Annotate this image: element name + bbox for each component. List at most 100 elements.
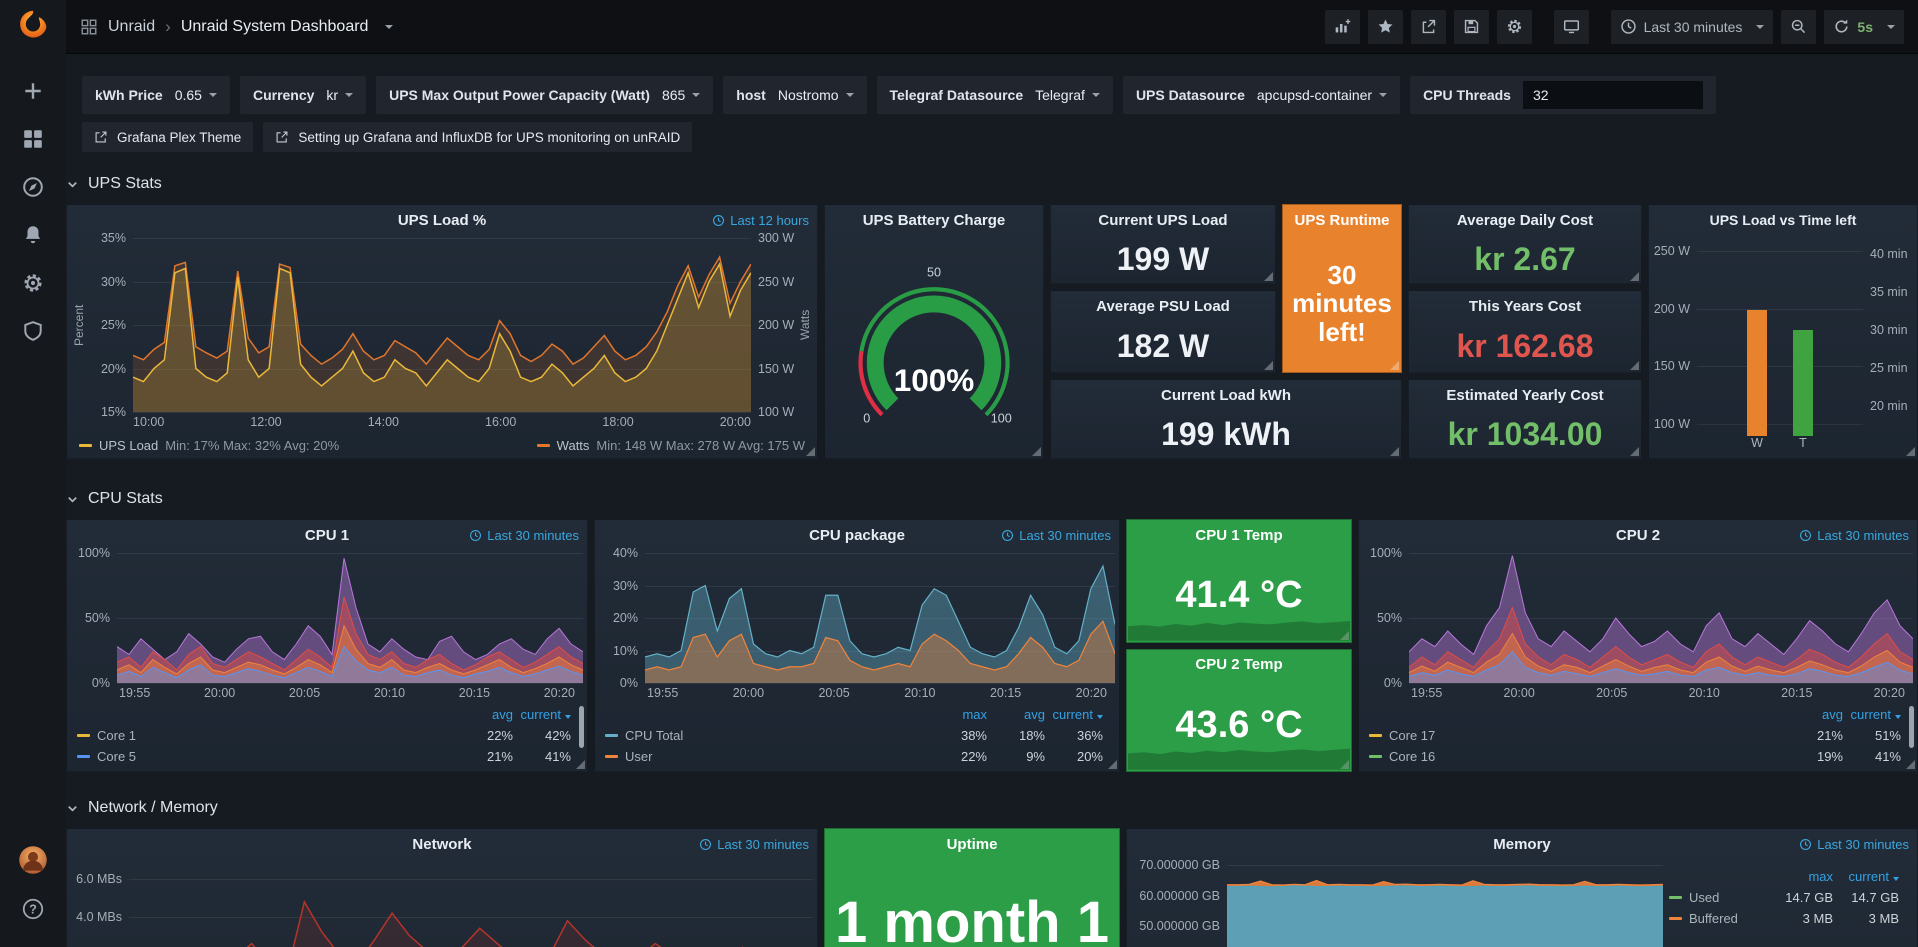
legend-value: 41% xyxy=(1843,749,1901,764)
variable-host[interactable]: hostNostromo xyxy=(723,76,866,114)
variable-value-dropdown[interactable]: apcupsd-container xyxy=(1257,87,1387,103)
panel-title[interactable]: CPU 1 xyxy=(305,527,349,544)
legend-column-header-current[interactable]: current xyxy=(1045,707,1103,722)
panel-title[interactable]: UPS Load % xyxy=(398,212,486,229)
panel-time-range[interactable]: Last 30 minutes xyxy=(699,829,809,859)
row-header-network-memory[interactable]: Network / Memory xyxy=(66,794,1918,822)
panel-title[interactable]: CPU 2 Temp xyxy=(1195,656,1282,673)
panel-title[interactable]: Current UPS Load xyxy=(1098,212,1227,229)
legend-column-header-current[interactable]: current xyxy=(513,707,571,722)
legend-scrollbar[interactable] xyxy=(579,706,584,748)
plot-area[interactable] xyxy=(133,238,751,412)
refresh-button[interactable]: 5s xyxy=(1824,10,1904,44)
legend-series-name[interactable]: Used xyxy=(1669,890,1767,905)
panel-time-range[interactable]: Last 30 minutes xyxy=(469,520,579,550)
panel-title[interactable]: UPS Load vs Time left xyxy=(1710,212,1857,228)
variable-ups-max-output-power-capacity-watt-[interactable]: UPS Max Output Power Capacity (Watt)865 xyxy=(376,76,713,114)
panel-header: UPS Load % Last 12 hours xyxy=(67,205,817,235)
variable-currency[interactable]: Currencykr xyxy=(240,76,366,114)
panel-time-range[interactable]: Last 30 minutes xyxy=(1799,520,1909,550)
panel-title[interactable]: UPS Battery Charge xyxy=(863,212,1006,229)
time-range-picker[interactable]: Last 30 minutes xyxy=(1611,10,1774,44)
panel-title[interactable]: Memory xyxy=(1493,836,1551,853)
star-dashboard-button[interactable] xyxy=(1368,10,1403,44)
variable-telegraf-datasource[interactable]: Telegraf DatasourceTelegraf xyxy=(877,76,1113,114)
plot-area[interactable] xyxy=(1227,862,1663,947)
legend-item[interactable]: UPS LoadMin: 17% Max: 32% Avg: 20% xyxy=(79,438,339,453)
legend-column-header-current[interactable]: current xyxy=(1843,707,1901,722)
variable-value-input[interactable] xyxy=(1523,81,1703,109)
axis-tick: 35% xyxy=(101,231,126,245)
zoom-out-button[interactable] xyxy=(1781,10,1816,44)
legend-series-name[interactable]: Core 16 xyxy=(1369,749,1785,764)
user-avatar[interactable] xyxy=(18,845,48,875)
panel-title[interactable]: This Years Cost xyxy=(1469,298,1581,315)
legend-series-name[interactable]: Core 5 xyxy=(77,749,455,764)
panel-title[interactable]: Network xyxy=(412,836,471,853)
row-header-cpu-stats[interactable]: CPU Stats xyxy=(66,485,1918,513)
legend-series-name[interactable]: Core 1 xyxy=(77,728,455,743)
variable-value-dropdown[interactable]: Nostromo xyxy=(778,87,854,103)
plot-area[interactable] xyxy=(645,553,1115,683)
legend-column-header-max[interactable]: max xyxy=(1767,869,1833,884)
sidebar-item-configuration[interactable] xyxy=(22,272,44,294)
legend-column-header-avg[interactable]: avg xyxy=(1785,707,1843,722)
panel-title[interactable]: CPU 1 Temp xyxy=(1195,527,1282,544)
axis-tick: 10% xyxy=(613,644,638,658)
legend-scrollbar[interactable] xyxy=(1909,706,1914,748)
panel-time-range[interactable]: Last 30 minutes xyxy=(1799,829,1909,859)
legend-column-header-max[interactable]: max xyxy=(929,707,987,722)
sidebar-item-server-admin[interactable] xyxy=(22,320,44,342)
legend-column-header-current[interactable]: current xyxy=(1833,869,1899,884)
legend-column-header-avg[interactable]: avg xyxy=(987,707,1045,722)
legend-series-name[interactable]: User xyxy=(605,749,929,764)
legend-value: 3 MB xyxy=(1767,911,1833,926)
panel-title[interactable]: UPS Runtime xyxy=(1294,212,1389,229)
variable-value-dropdown[interactable]: kr xyxy=(326,87,353,103)
page-title[interactable]: Unraid System Dashboard xyxy=(181,18,369,36)
plot-area[interactable] xyxy=(1409,553,1913,683)
grafana-logo[interactable] xyxy=(15,9,51,45)
panel-title[interactable]: CPU package xyxy=(809,527,905,544)
save-dashboard-button[interactable] xyxy=(1454,10,1489,44)
row-header-ups-stats[interactable]: UPS Stats xyxy=(66,170,1918,198)
gauge-area: 050100100% xyxy=(825,235,1043,458)
panel-title[interactable]: Estimated Yearly Cost xyxy=(1446,387,1603,404)
dashboard-link[interactable]: Grafana Plex Theme xyxy=(82,122,253,152)
variable-value-dropdown[interactable]: 0.65 xyxy=(175,87,217,103)
panel-title[interactable]: CPU 2 xyxy=(1616,527,1660,544)
legend-series-name[interactable]: CPU Total xyxy=(605,728,929,743)
sidebar-item-create[interactable] xyxy=(22,80,44,102)
panel-title[interactable]: Average PSU Load xyxy=(1096,298,1230,315)
sidebar-item-help[interactable]: ? xyxy=(22,898,44,920)
add-panel-button[interactable] xyxy=(1325,10,1360,44)
sidebar-item-alerting[interactable] xyxy=(22,224,44,246)
dashboard-link[interactable]: Setting up Grafana and InfluxDB for UPS … xyxy=(263,122,692,152)
row-title: UPS Stats xyxy=(88,175,162,193)
sidebar-item-explore[interactable] xyxy=(22,176,44,198)
stat-value: 1 month 1 xyxy=(825,859,1119,947)
legend-item[interactable]: WattsMin: 148 W Max: 278 W Avg: 175 W xyxy=(537,438,805,453)
plot-area[interactable] xyxy=(129,862,813,947)
plot-area xyxy=(1697,239,1863,436)
clock-icon xyxy=(699,838,712,851)
cycle-view-button[interactable] xyxy=(1554,10,1589,44)
panel-title[interactable]: Average Daily Cost xyxy=(1457,212,1593,229)
breadcrumb-folder[interactable]: Unraid xyxy=(108,18,155,36)
panel-title[interactable]: Uptime xyxy=(947,836,998,853)
variable-ups-datasource[interactable]: UPS Datasourceapcupsd-container xyxy=(1123,76,1400,114)
plot-area[interactable] xyxy=(117,553,583,683)
sidebar-item-dashboards[interactable] xyxy=(22,128,44,150)
variable-value-dropdown[interactable]: 865 xyxy=(662,87,700,103)
dashboard-settings-button[interactable] xyxy=(1497,10,1532,44)
panel-time-range[interactable]: Last 30 minutes xyxy=(1001,520,1111,550)
share-dashboard-button[interactable] xyxy=(1411,10,1446,44)
legend-series-name[interactable]: Core 17 xyxy=(1369,728,1785,743)
legend-column-header-avg[interactable]: avg xyxy=(455,707,513,722)
legend-series-name[interactable]: Buffered xyxy=(1669,911,1767,926)
variable-value-dropdown[interactable]: Telegraf xyxy=(1035,87,1100,103)
y-axis-left: 70.000000 GB60.000000 GB50.000000 GB xyxy=(1131,862,1227,947)
panel-title[interactable]: Current Load kWh xyxy=(1161,387,1291,404)
variable-kwh-price[interactable]: kWh Price0.65 xyxy=(82,76,230,114)
variable-cpu-threads[interactable]: CPU Threads xyxy=(1410,76,1716,114)
